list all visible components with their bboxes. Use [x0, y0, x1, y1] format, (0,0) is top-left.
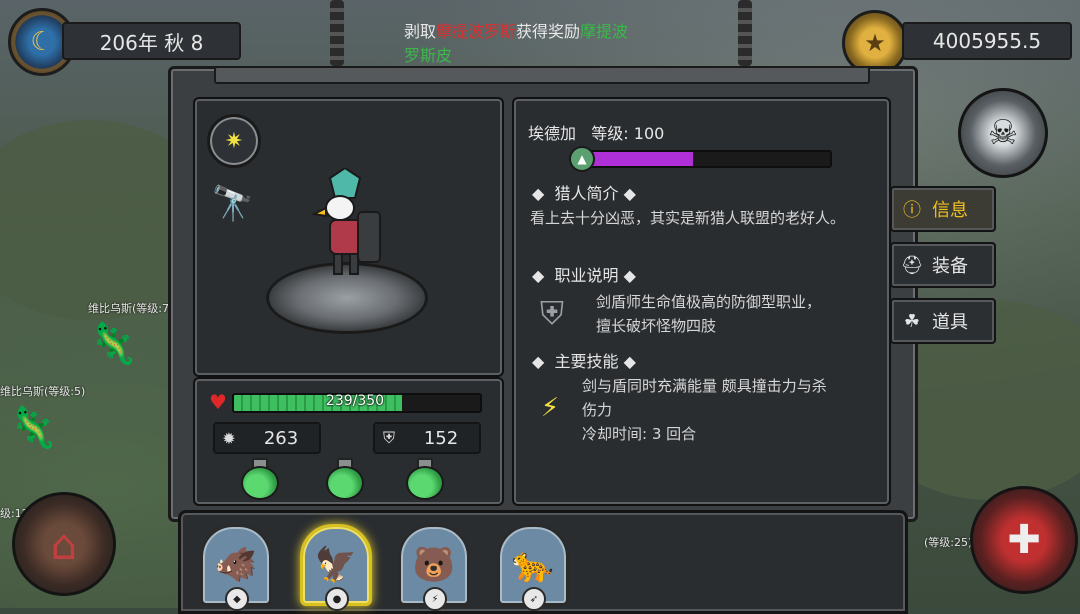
- class-helmet-icon: ●: [325, 587, 349, 611]
- chain-decoration: [738, 0, 752, 66]
- hunter-portrait-boar[interactable]: 🐗 ◆: [200, 524, 272, 611]
- intro-heading: ◆ 猎人简介 ◆: [532, 184, 636, 203]
- skill-title: 主要技能: [554, 352, 619, 371]
- defense-value: 152: [423, 427, 459, 449]
- home-house-button[interactable]: ⌂: [12, 492, 116, 596]
- skill-text-2: 伤力: [582, 401, 613, 419]
- tab-equipment-label: 装备: [932, 256, 968, 277]
- class-shield-icon: ◆: [225, 587, 249, 611]
- helmet-icon: ⛑: [900, 254, 924, 276]
- hunter-level: 等级: 100: [591, 124, 665, 143]
- hp-value: 239/350: [325, 393, 385, 409]
- job-title: 职业说明: [554, 266, 619, 285]
- notice-text: 获得奖励: [516, 22, 581, 41]
- level-up-arrow-icon: ▲: [569, 146, 595, 172]
- window-top-rail: [214, 66, 870, 84]
- monster-label: 维比乌斯(等级:7): [88, 302, 174, 315]
- notice-monster: 摩提波罗斯: [436, 22, 517, 41]
- intro-text: 看上去十分凶恶，其实是新猎人联盟的老好人。: [530, 209, 846, 227]
- skill-cooldown: 冷却时间: 3 回合: [582, 425, 697, 443]
- skill-text-1: 剑与盾同时充满能量 颇具撞击力与杀: [582, 377, 827, 395]
- info-icon: ⓘ: [903, 200, 921, 221]
- hunter-portrait-leopard[interactable]: 🐆 ➶: [497, 524, 569, 611]
- potion-slot[interactable]: [326, 458, 364, 500]
- helmet-avatar-icon[interactable]: ☠: [958, 88, 1048, 178]
- tab-items[interactable]: ☘ 道具: [890, 298, 996, 344]
- defense-stat: ⛨ 152: [373, 422, 481, 454]
- eagle-knight-sprite: [310, 168, 381, 275]
- hunter-name: 埃德加: [528, 124, 577, 143]
- intro-title: 猎人简介: [554, 184, 619, 203]
- tab-equipment[interactable]: ⛑ 装备: [890, 242, 996, 288]
- monster-vibius[interactable]: 🦎: [88, 320, 138, 367]
- guild-knight-button[interactable]: ✚: [970, 486, 1078, 594]
- monster-label: 维比乌斯(等级:5): [0, 385, 86, 398]
- tab-info-label: 信息: [932, 200, 968, 221]
- monster-vibius[interactable]: 🦎: [8, 404, 58, 451]
- notice-reward: 罗斯皮: [404, 46, 453, 65]
- sword-shield-class-icon: ⛨: [539, 293, 564, 332]
- telescope-map-icon[interactable]: 🔭: [205, 180, 261, 228]
- tab-info[interactable]: ⓘ 信息: [890, 186, 996, 232]
- class-emblem-icon[interactable]: ✷: [207, 114, 261, 168]
- potion-slot[interactable]: [406, 458, 444, 500]
- date-display: 206年 秋 8: [62, 22, 241, 60]
- shield-icon: ⛨: [382, 428, 395, 447]
- class-bow-icon: ➶: [522, 587, 546, 611]
- class-bolt-icon: ⚡: [423, 587, 447, 611]
- coin-display: 4005955.5: [902, 22, 1072, 60]
- reward-notice: 剥取摩提波罗斯获得奖励摩提波罗斯皮: [404, 20, 684, 68]
- xp-bar-fill: [586, 152, 694, 166]
- hunter-portrait-eagle[interactable]: 🦅 ●: [300, 524, 372, 611]
- bag-icon: ☘: [903, 310, 921, 332]
- hunter-name-level: 埃德加 等级: 100: [528, 120, 664, 144]
- notice-text: 剥取: [404, 22, 437, 41]
- skill-heading: ◆ 主要技能 ◆: [532, 352, 636, 371]
- attack-stat: ✹ 263: [213, 422, 321, 454]
- notice-reward: 摩提波: [580, 22, 629, 41]
- job-text-1: 剑盾师生命值极高的防御型职业，: [596, 293, 822, 311]
- chain-decoration: [330, 0, 344, 66]
- skill-lightning-icon: ⚡: [540, 393, 560, 423]
- monster-label: (等级:25): [924, 536, 973, 549]
- attack-value: 263: [263, 427, 299, 449]
- heart-icon: ♥: [209, 390, 227, 414]
- potion-slot[interactable]: [241, 458, 279, 500]
- attack-icon: ✹: [222, 428, 236, 448]
- job-heading: ◆ 职业说明 ◆: [532, 266, 636, 285]
- job-text-2: 擅长破坏怪物四肢: [596, 317, 717, 335]
- xp-bar: [584, 150, 832, 168]
- hunter-portrait-bear[interactable]: 🐻 ⚡: [398, 524, 470, 611]
- tab-items-label: 道具: [932, 312, 968, 333]
